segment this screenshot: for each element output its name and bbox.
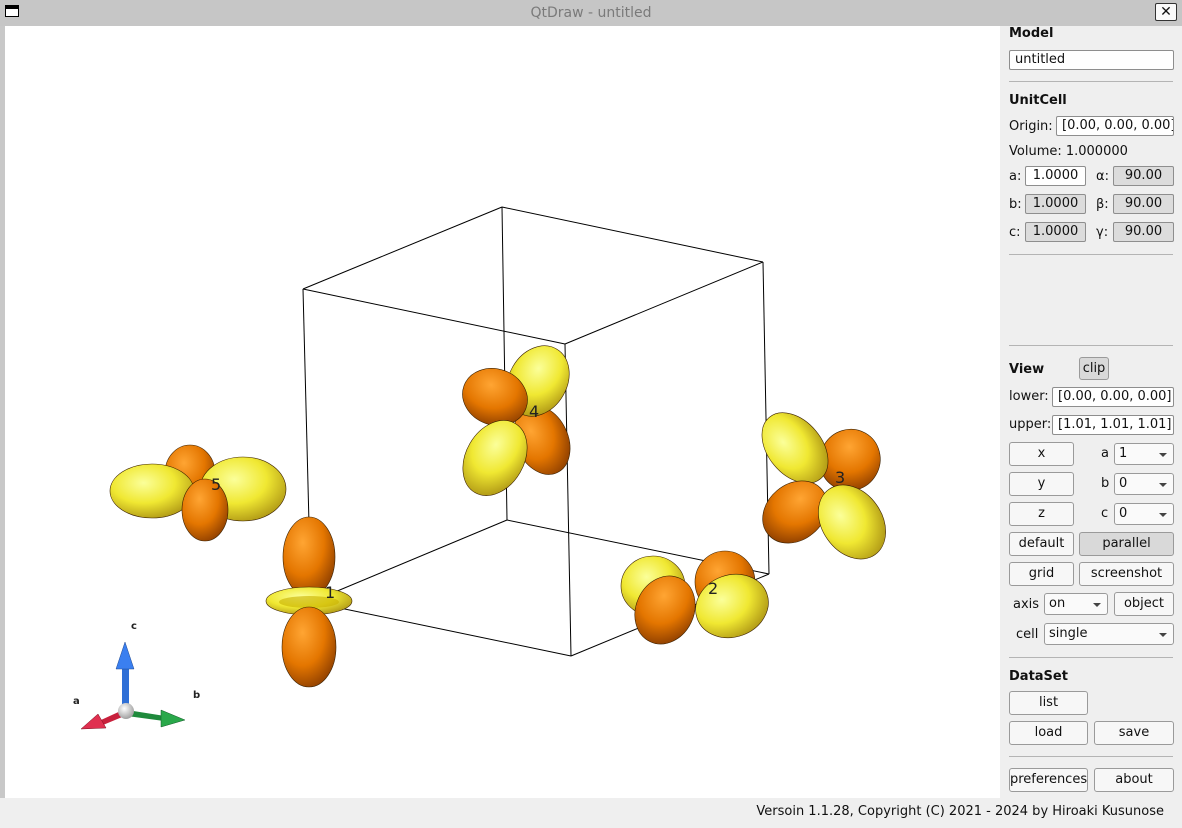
default-button[interactable]: default [1009, 532, 1074, 556]
chevron-down-icon [1159, 633, 1167, 637]
gamma-input[interactable]: 90.00 [1113, 222, 1174, 242]
atom-label-2: 2 [708, 579, 719, 598]
preferences-button[interactable]: preferences [1009, 768, 1088, 792]
axis-label-c: c [131, 621, 137, 632]
version-copyright-text: Versoin 1.1.28, Copyright (C) 2021 - 202… [756, 804, 1164, 819]
orbital-4 [462, 345, 571, 496]
alpha-input[interactable]: 90.00 [1113, 166, 1174, 186]
title-bar: QtDraw - untitled ✕ [0, 0, 1182, 26]
save-button[interactable]: save [1094, 721, 1174, 745]
unitcell-heading: UnitCell [1009, 93, 1067, 108]
origin-label: Origin: [1009, 119, 1053, 134]
view-a-select[interactable]: 1 [1114, 443, 1174, 465]
cell-label: cell [1016, 627, 1039, 642]
close-button[interactable]: ✕ [1155, 3, 1177, 21]
orbital-2 [620, 550, 769, 645]
divider [1009, 345, 1173, 346]
object-button[interactable]: object [1114, 592, 1174, 616]
atom-label-1: 1 [325, 583, 336, 602]
view-b-value: 0 [1119, 476, 1128, 491]
b-length-input[interactable]: 1.0000 [1025, 194, 1086, 214]
chevron-down-icon [1159, 483, 1167, 487]
c-label: c: [1009, 225, 1021, 240]
chevron-down-icon [1159, 513, 1167, 517]
window-title: QtDraw - untitled [530, 5, 652, 21]
axis-label: axis [1013, 597, 1040, 612]
atom-label-3: 3 [835, 468, 846, 487]
view-b-select[interactable]: 0 [1114, 473, 1174, 495]
view-z-button[interactable]: z [1009, 502, 1074, 526]
beta-input[interactable]: 90.00 [1113, 194, 1174, 214]
volume-text: Volume: 1.000000 [1009, 144, 1128, 159]
axis-label-b: b [193, 690, 201, 701]
control-panel: Model untitled UnitCell Origin: [0.00, 0… [1000, 26, 1182, 798]
c-length-input[interactable]: 1.0000 [1025, 222, 1086, 242]
orbital-5 [109, 444, 287, 542]
upper-input[interactable]: [1.01, 1.01, 1.01] [1052, 415, 1174, 435]
model-name-input[interactable]: untitled [1009, 50, 1174, 70]
lower-input[interactable]: [0.00, 0.00, 0.00] [1052, 387, 1174, 407]
divider [1009, 657, 1173, 658]
atom-label-5: 5 [211, 475, 222, 494]
list-button[interactable]: list [1009, 691, 1088, 715]
scene-canvas [80, 206, 886, 730]
origin-input[interactable]: [0.00, 0.00, 0.00] [1056, 116, 1174, 136]
a-length-input[interactable]: 1.0000 [1025, 166, 1086, 186]
chevron-down-icon [1159, 453, 1167, 457]
parallel-button[interactable]: parallel [1079, 532, 1174, 556]
beta-label: β: [1096, 197, 1109, 212]
load-button[interactable]: load [1009, 721, 1088, 745]
view-b-label: b [1101, 476, 1110, 491]
view-a-value: 1 [1119, 446, 1128, 461]
cell-value: single [1049, 626, 1088, 641]
a-label: a: [1009, 169, 1022, 184]
grid-button[interactable]: grid [1009, 562, 1074, 586]
3d-viewport[interactable]: 1 2 3 4 5 c a b [5, 26, 1000, 798]
view-x-button[interactable]: x [1009, 442, 1074, 466]
model-heading: Model [1009, 26, 1054, 41]
view-c-label: c [1101, 506, 1109, 521]
view-heading: View [1009, 362, 1045, 377]
divider [1009, 254, 1173, 255]
axis-select[interactable]: on [1044, 593, 1108, 615]
axis-label-a: a [73, 696, 80, 707]
clip-button[interactable]: clip [1079, 357, 1109, 380]
chevron-down-icon [1093, 603, 1101, 607]
divider [1009, 81, 1173, 82]
orbital-3 [761, 412, 886, 560]
view-y-button[interactable]: y [1009, 472, 1074, 496]
screenshot-button[interactable]: screenshot [1079, 562, 1174, 586]
divider [1009, 756, 1173, 757]
status-bar: Versoin 1.1.28, Copyright (C) 2021 - 202… [0, 798, 1182, 828]
about-button[interactable]: about [1094, 768, 1174, 792]
upper-label: upper: [1009, 417, 1052, 432]
b-label: b: [1009, 197, 1022, 212]
view-a-label: a [1101, 446, 1109, 461]
cell-select[interactable]: single [1044, 623, 1174, 645]
orbital-1 [265, 516, 353, 688]
axis-value: on [1049, 596, 1066, 611]
atom-label-4: 4 [529, 402, 540, 421]
view-c-value: 0 [1119, 506, 1128, 521]
alpha-label: α: [1096, 169, 1109, 184]
view-c-select[interactable]: 0 [1114, 503, 1174, 525]
dataset-heading: DataSet [1009, 669, 1068, 684]
lower-label: lower: [1009, 389, 1049, 404]
axis-triad [80, 641, 186, 730]
gamma-label: γ: [1096, 225, 1109, 240]
